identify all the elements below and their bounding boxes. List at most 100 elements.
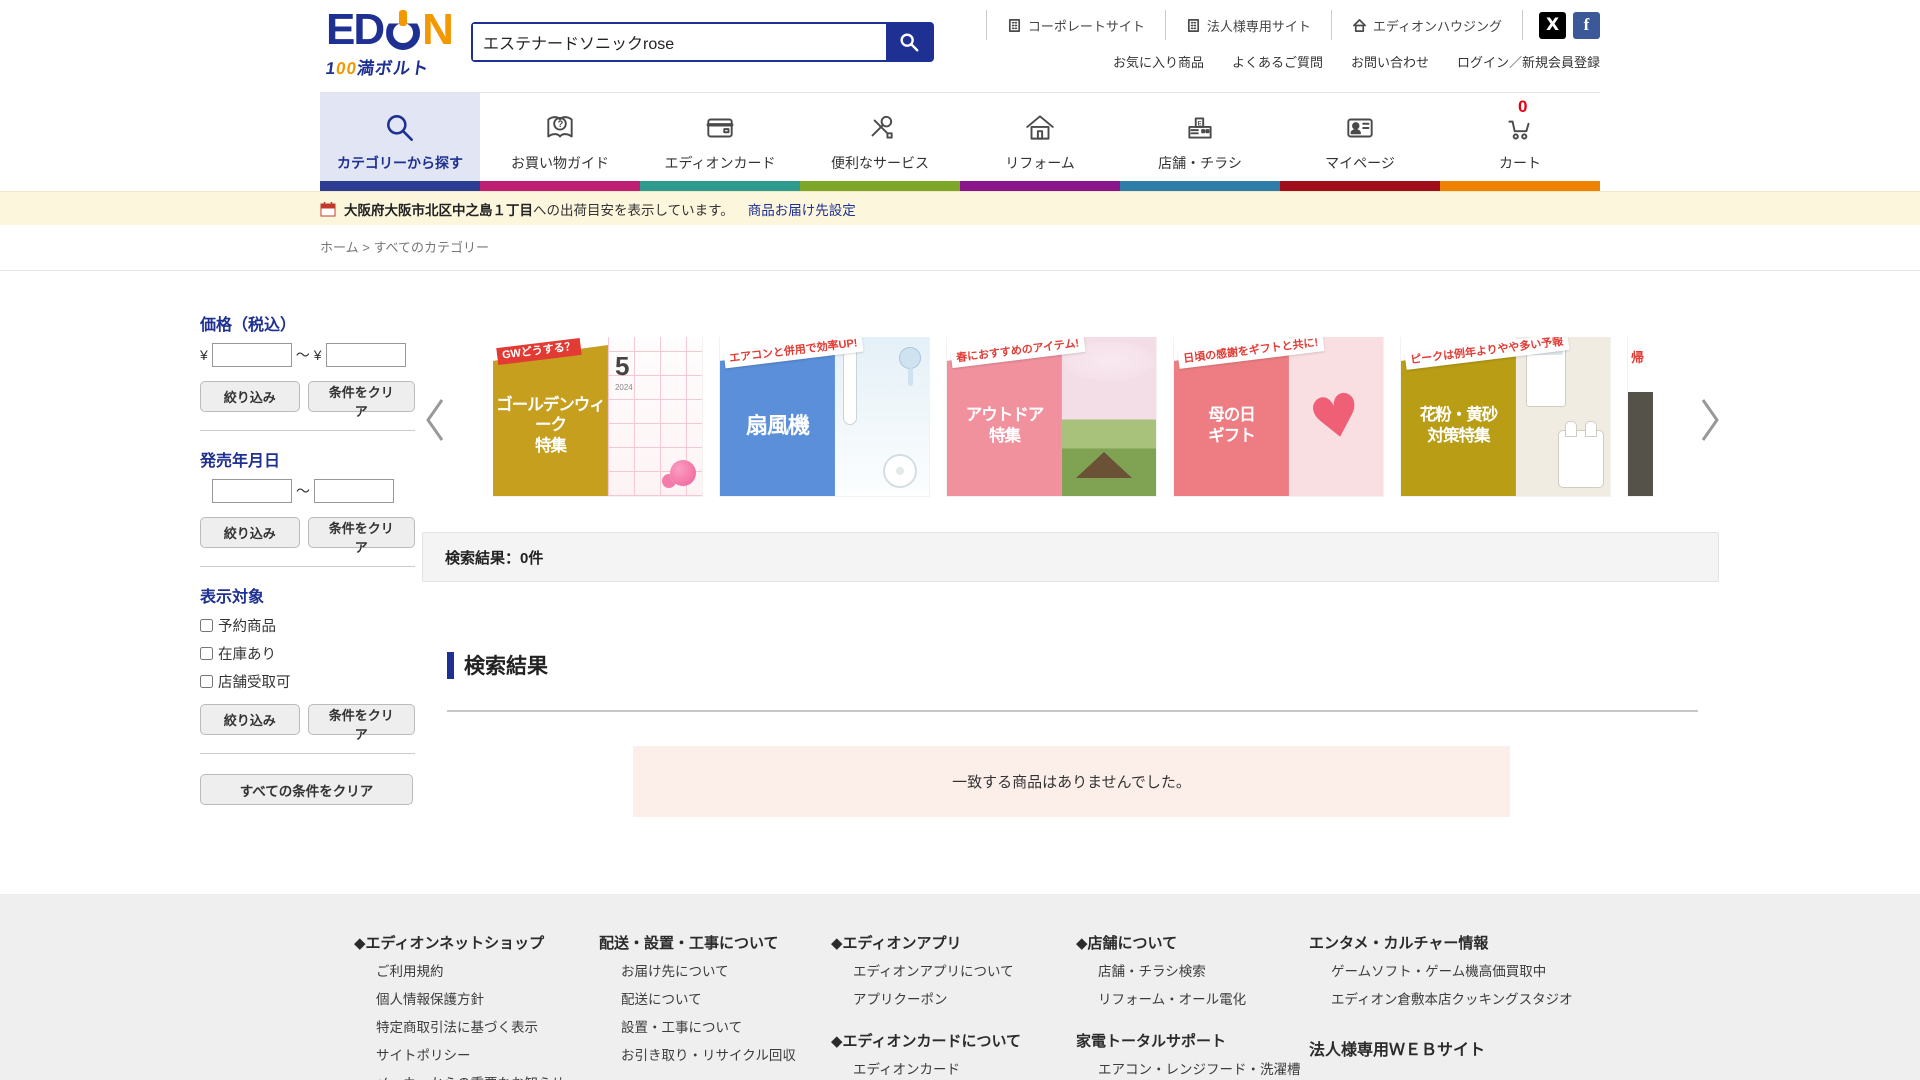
price-min-input[interactable] bbox=[212, 343, 292, 367]
price-max-input[interactable] bbox=[326, 343, 406, 367]
search-button[interactable] bbox=[886, 24, 932, 60]
footer-heading[interactable]: 配送・設置・工事について bbox=[599, 932, 831, 953]
footer-link[interactable]: お届け先について bbox=[599, 963, 831, 982]
promo-carousel: 5 2024 ゴールデンウィーク特集 GWどうする？ 扇風機 エアコンと併用で効… bbox=[493, 337, 1653, 500]
nav-edion-card[interactable]: エディオンカード bbox=[640, 93, 800, 191]
release-clear-button[interactable]: 条件をクリア bbox=[308, 517, 415, 548]
footer-link[interactable]: リフォーム・オール電化 bbox=[1076, 991, 1309, 1010]
footer-link[interactable]: ゲームソフト・ゲーム機高価買取中 bbox=[1309, 963, 1599, 982]
air-purifier-photo bbox=[1516, 337, 1610, 496]
facebook-icon[interactable]: f bbox=[1573, 12, 1600, 39]
breadcrumb-home-link[interactable]: ホーム bbox=[320, 240, 359, 255]
store-pickup-checkbox[interactable] bbox=[200, 675, 213, 688]
filter-sidebar: 価格（税込） ¥ ～ ¥ 絞り込み 条件をクリア 発売年月日 ～ 絞り込み 条件… bbox=[200, 311, 415, 805]
nav-stripe bbox=[1280, 181, 1440, 191]
clear-all-filters-button[interactable]: すべての条件をクリア bbox=[200, 774, 413, 805]
housing-link[interactable]: エディオンハウジング bbox=[1332, 16, 1522, 35]
footer-heading-business-web[interactable]: 法人様専用ＷＥＢサイト bbox=[1309, 1036, 1599, 1060]
contact-link[interactable]: お問い合わせ bbox=[1351, 52, 1429, 71]
main-content: 価格（税込） ¥ ～ ¥ 絞り込み 条件をクリア 発売年月日 ～ 絞り込み 条件… bbox=[0, 271, 1920, 903]
faq-link[interactable]: よくあるご質問 bbox=[1232, 52, 1323, 71]
release-from-input[interactable] bbox=[212, 479, 292, 503]
footer-link[interactable]: ご利用規約 bbox=[354, 963, 599, 982]
footer-heading[interactable]: ◆店舗について bbox=[1076, 932, 1309, 953]
price-filter-title: 価格（税込） bbox=[200, 311, 415, 335]
target-clear-button[interactable]: 条件をクリア bbox=[308, 704, 415, 735]
footer-heading[interactable]: ◆エディオンアプリ bbox=[831, 932, 1076, 953]
nav-services[interactable]: 便利なサービス bbox=[800, 93, 960, 191]
business-site-link[interactable]: 法人様専用サイト bbox=[1166, 16, 1331, 35]
release-filter-button[interactable]: 絞り込み bbox=[200, 517, 300, 548]
logo-subtitle: 100満ボルト bbox=[324, 54, 453, 79]
footer-heading[interactable]: 家電トータルサポート bbox=[1076, 1030, 1309, 1051]
target-filter-button[interactable]: 絞り込み bbox=[200, 704, 300, 735]
footer-heading[interactable]: ◆エディオンカードについて bbox=[831, 1030, 1076, 1051]
nav-reform[interactable]: リフォーム bbox=[960, 93, 1120, 191]
site-header: ED N 100満ボルト コーポレートサイト 法人様専用サイト エディオンハウジ… bbox=[320, 0, 1600, 92]
footer-link[interactable]: アプリクーポン bbox=[831, 991, 1076, 1010]
release-to-input[interactable] bbox=[314, 479, 394, 503]
footer-column-stores: ◆店舗について 店舗・チラシ検索 リフォーム・オール電化 家電トータルサポート … bbox=[1076, 932, 1309, 1080]
top-link-label: コーポレートサイト bbox=[1028, 16, 1145, 35]
nav-shopping-guide[interactable]: ? お買い物ガイド bbox=[480, 93, 640, 191]
footer-link[interactable]: サイトポリシー bbox=[354, 1047, 599, 1066]
instock-checkbox[interactable] bbox=[200, 647, 213, 660]
footer-link[interactable]: 設置・工事について bbox=[599, 1019, 831, 1038]
nav-cart[interactable]: 0 カート bbox=[1440, 93, 1600, 191]
banner-pollen[interactable]: 花粉・黄砂対策特集 ピークは例年よりやや多い予報 bbox=[1401, 337, 1610, 496]
footer-heading[interactable]: ◆エディオンネットショップ bbox=[354, 932, 599, 953]
flower-decoration bbox=[670, 460, 696, 486]
x-twitter-icon[interactable]: X bbox=[1539, 12, 1566, 39]
banner-mothers-day[interactable]: ♥ 母の日ギフト 日頃の感謝をギフトと共に! bbox=[1174, 337, 1383, 496]
footer-link[interactable]: エディオンカード bbox=[831, 1061, 1076, 1080]
nav-stripe bbox=[640, 181, 800, 191]
login-register-link[interactable]: ログイン／新規会員登録 bbox=[1457, 52, 1600, 71]
divider bbox=[1522, 10, 1523, 40]
banner-partial[interactable]: 帰 bbox=[1628, 337, 1653, 496]
checkbox-row-instock[interactable]: 在庫あり bbox=[200, 643, 415, 664]
footer-link[interactable]: エディオンアプリについて bbox=[831, 963, 1076, 982]
id-card-icon bbox=[1343, 111, 1377, 145]
footer-link[interactable]: メーカーからの重要なお知らせ bbox=[354, 1075, 599, 1080]
nav-category-search[interactable]: カテゴリーから探す bbox=[320, 93, 480, 191]
footer-link[interactable]: エディオン倉敷本店クッキングスタジオ bbox=[1309, 991, 1599, 1010]
price-filter-button[interactable]: 絞り込み bbox=[200, 381, 300, 412]
delivery-settings-link[interactable]: 商品お届け先設定 bbox=[748, 199, 856, 219]
top-link-label: 法人様専用サイト bbox=[1207, 16, 1311, 35]
display-target-title: 表示対象 bbox=[200, 583, 415, 607]
preorder-checkbox[interactable] bbox=[200, 619, 213, 632]
search-icon bbox=[383, 111, 417, 145]
nav-stores-flyers[interactable]: E 店舗・チラシ bbox=[1120, 93, 1280, 191]
checkbox-row-store-pickup[interactable]: 店舗受取可 bbox=[200, 671, 415, 692]
carousel-next-button[interactable] bbox=[1695, 391, 1725, 451]
checkbox-row-preorder[interactable]: 予約商品 bbox=[200, 615, 415, 636]
delivery-notice-bar: 大阪府大阪市北区中之島１丁目への出荷目安を表示しています。 商品お届け先設定 bbox=[0, 191, 1920, 225]
footer-link[interactable]: お引き取り・リサイクル回収 bbox=[599, 1047, 831, 1066]
breadcrumb: ホーム > すべてのカテゴリー bbox=[320, 225, 1600, 270]
nav-my-page[interactable]: マイページ bbox=[1280, 93, 1440, 191]
divider bbox=[200, 430, 415, 431]
footer-link[interactable]: エアコン・レンジフード・洗濯槽クリーニングサービス bbox=[1076, 1061, 1309, 1080]
breadcrumb-separator: > bbox=[362, 240, 373, 255]
svg-text:?: ? bbox=[557, 119, 563, 130]
card-icon bbox=[703, 111, 737, 145]
banner-fans[interactable]: 扇風機 エアコンと併用で効率UP! bbox=[720, 337, 929, 496]
footer-link[interactable]: 特定商取引法に基づく表示 bbox=[354, 1019, 599, 1038]
search-input[interactable] bbox=[473, 24, 886, 60]
footer-link[interactable]: 個人情報保護方針 bbox=[354, 991, 599, 1010]
top-link-label: エディオンハウジング bbox=[1373, 16, 1502, 35]
price-clear-button[interactable]: 条件をクリア bbox=[308, 381, 415, 412]
footer-heading[interactable]: エンタメ・カルチャー情報 bbox=[1309, 932, 1599, 953]
footer-link[interactable]: 店舗・チラシ検索 bbox=[1076, 963, 1309, 982]
footer-link[interactable]: 配送について bbox=[599, 991, 831, 1010]
building-icon bbox=[1007, 18, 1022, 33]
footer-column-app-card: ◆エディオンアプリ エディオンアプリについて アプリクーポン ◆エディオンカード… bbox=[831, 932, 1076, 1080]
banner-golden-week[interactable]: 5 2024 ゴールデンウィーク特集 GWどうする？ bbox=[493, 337, 702, 496]
carousel-prev-button[interactable] bbox=[420, 391, 450, 451]
edion-logo[interactable]: ED N 100満ボルト bbox=[326, 8, 452, 79]
banner-outdoor[interactable]: アウトドア特集 春におすすめのアイテム! bbox=[947, 337, 1156, 496]
breadcrumb-wrap: ホーム > すべてのカテゴリー bbox=[0, 225, 1920, 271]
favorites-link[interactable]: お気に入り商品 bbox=[1113, 52, 1204, 71]
corporate-site-link[interactable]: コーポレートサイト bbox=[987, 16, 1165, 35]
nav-stripe bbox=[1120, 181, 1280, 191]
